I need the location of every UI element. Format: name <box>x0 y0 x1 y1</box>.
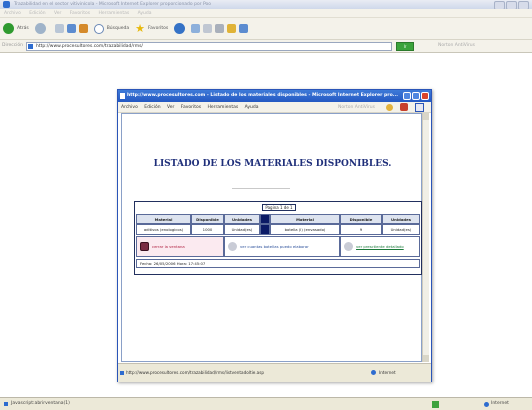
popup-menu-edicion[interactable]: Edición <box>144 105 160 110</box>
cell-unidades-2: Unidad(es) <box>382 224 420 235</box>
popup-menu-ayuda[interactable]: Ayuda <box>245 105 259 110</box>
popup-app-icon <box>120 93 125 99</box>
page-icon <box>28 44 33 49</box>
home-icon[interactable] <box>78 24 88 33</box>
folder-icon[interactable] <box>227 24 237 33</box>
print-icon[interactable] <box>215 24 225 33</box>
browser-window-title: Trazabilidad en el sector vitivinícola -… <box>14 2 212 7</box>
actions-row: cerrar la ventana ver cuantas botellas p… <box>136 236 420 257</box>
col-material: Material <box>136 214 191 224</box>
mail-icon[interactable] <box>203 24 213 33</box>
ie-app-icon <box>3 1 10 8</box>
page-heading: LISTADO DE LOS MATERIALES DISPONIBLES. <box>153 159 392 169</box>
heading-divider <box>232 188 290 189</box>
table-header-row: Material Disponible Unidades Material Di… <box>136 214 420 224</box>
date-time-label: Fecha: 26/05/2006 Hora: 17:45:07 <box>136 259 420 268</box>
menu-ver[interactable]: Ver <box>54 11 61 16</box>
close-window-link[interactable]: cerrar la ventana <box>152 244 185 249</box>
column-separator <box>260 224 270 235</box>
col-unidades: Unidades <box>224 214 260 224</box>
menu-favoritos[interactable]: Favoritos <box>70 11 90 16</box>
favorites-star-icon[interactable]: ★ <box>135 23 145 34</box>
materials-popup-window: http://www.procesultores.com - Listado d… <box>117 89 432 382</box>
close-window-icon[interactable] <box>140 242 149 251</box>
detail-link[interactable]: ver presctiente detallado <box>356 244 404 249</box>
popup-norton-label[interactable]: Norton AntiVirus <box>338 102 375 113</box>
cell-disponible: 1000 <box>191 224 224 235</box>
table-row: aditivos (enologicos) 1000 Unidad(es) bo… <box>136 224 420 235</box>
browser-title-bar: Trazabilidad en el sector vitivinícola -… <box>0 0 532 9</box>
messenger-icon[interactable] <box>239 24 249 33</box>
popup-menu-favoritos[interactable]: Favoritos <box>181 105 201 110</box>
browser-status-bar: Javascript:abrirventana(1) Internet <box>0 397 532 410</box>
bottles-action[interactable]: ver cuantas botellas puedo elaborar <box>224 236 340 257</box>
popup-menu-ver[interactable]: Ver <box>167 105 174 110</box>
status-text: Javascript:abrirventana(1) <box>11 401 70 406</box>
date-row: Fecha: 26/05/2006 Hora: 17:45:07 <box>136 259 420 268</box>
popup-window-title: http://www.procesultores.com - Listado d… <box>127 93 398 98</box>
pagination-label: Pagina 1 de 1 <box>262 204 296 211</box>
popup-internet-icon <box>371 370 376 375</box>
popup-status-url: http://www.procesultores.com/trazabilida… <box>126 370 265 375</box>
menu-archivo[interactable]: Archivo <box>4 11 21 16</box>
cell-material: aditivos (enologicos) <box>136 224 191 235</box>
column-separator <box>260 214 270 224</box>
bottles-link[interactable]: ver cuantas botellas puedo elaborar <box>240 244 309 249</box>
bottles-icon[interactable] <box>228 242 237 251</box>
browser-menu-bar: Archivo Edición Ver Favoritos Herramient… <box>0 9 532 18</box>
popup-title-bar: http://www.procesultores.com - Listado d… <box>118 90 431 102</box>
back-arrow-icon[interactable] <box>3 23 14 34</box>
go-button[interactable]: Ir <box>396 42 414 51</box>
col-disponible: Disponible <box>191 214 224 224</box>
address-input[interactable]: http://www.procesultores.com/trazabilida… <box>26 42 392 51</box>
search-label[interactable]: Búsqueda <box>107 26 129 31</box>
norton-antivirus-label[interactable]: Norton AntiVirus <box>438 43 475 48</box>
menu-herramientas[interactable]: Herramientas <box>99 11 130 16</box>
popup-tool-icon[interactable] <box>400 103 408 111</box>
popup-minimize-button[interactable] <box>403 92 411 100</box>
popup-menu-archivo[interactable]: Archivo <box>121 105 138 110</box>
menu-edicion[interactable]: Edición <box>29 11 45 16</box>
cell-material-2: botella (l) (envasado) <box>270 224 340 235</box>
media-icon[interactable] <box>174 23 186 34</box>
search-icon[interactable] <box>93 23 104 34</box>
popup-status-bar: http://www.procesultores.com/trazabilida… <box>118 363 431 382</box>
popup-menu-herramientas[interactable]: Herramientas <box>208 105 239 110</box>
col-unidades-2: Unidades <box>382 214 420 224</box>
magnifier-icon[interactable] <box>344 242 353 251</box>
detail-action[interactable]: ver presctiente detallado <box>340 236 420 257</box>
history-icon[interactable] <box>191 24 201 33</box>
popup-vertical-scrollbar[interactable] <box>422 113 429 362</box>
popup-status-page-icon <box>120 371 124 375</box>
popup-status-zone: Internet <box>379 370 396 375</box>
col-material-2: Material <box>270 214 340 224</box>
popup-close-button[interactable] <box>421 92 429 100</box>
scroll-down-arrow[interactable] <box>423 355 429 362</box>
address-label: Dirección <box>2 43 24 48</box>
col-disponible-2: Disponible <box>340 214 382 224</box>
address-bar: Dirección http://www.procesultores.com/t… <box>0 40 532 53</box>
stop-icon[interactable] <box>54 24 64 33</box>
scroll-up-arrow[interactable] <box>423 113 429 120</box>
back-label[interactable]: Atrás <box>17 26 29 31</box>
status-lock-icon <box>432 401 439 408</box>
browser-toolbar: Atrás Búsqueda ★ Favoritos <box>0 18 532 40</box>
cell-unidades: Unidad(es) <box>224 224 260 235</box>
status-page-icon <box>4 402 8 406</box>
norton-icon[interactable] <box>386 104 393 111</box>
popup-menu-bar: Archivo Edición Ver Favoritos Herramient… <box>118 102 431 113</box>
close-window-action[interactable]: cerrar la ventana <box>136 236 224 257</box>
cell-disponible-2: 9 <box>340 224 382 235</box>
popup-window-controls <box>403 92 429 100</box>
refresh-icon[interactable] <box>66 24 76 33</box>
menu-ayuda[interactable]: Ayuda <box>138 11 152 16</box>
status-zone: Internet <box>491 401 509 406</box>
windows-flag-icon <box>415 103 424 112</box>
popup-content-area: LISTADO DE LOS MATERIALES DISPONIBLES. P… <box>121 113 422 362</box>
materials-table: Pagina 1 de 1 Material Disponible Unidad… <box>134 201 422 275</box>
favorites-label[interactable]: Favoritos <box>148 26 168 31</box>
forward-arrow-icon[interactable] <box>34 23 46 34</box>
popup-maximize-button[interactable] <box>412 92 420 100</box>
internet-zone-icon <box>484 402 489 407</box>
